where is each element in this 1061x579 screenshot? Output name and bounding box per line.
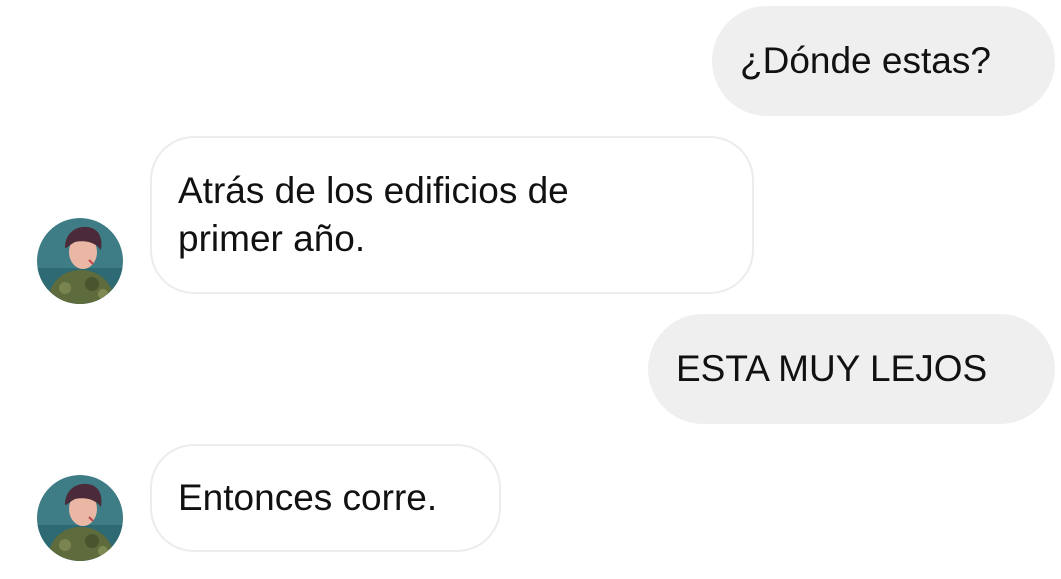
message-text: Atrás de los edificios de primer año. [178, 170, 569, 259]
avatar-photo-icon [37, 218, 123, 304]
incoming-message-bubble[interactable]: Entonces corre. [150, 444, 501, 552]
message-text: Entonces corre. [178, 477, 438, 518]
message-text: ¿Dónde estas? [740, 40, 991, 81]
outgoing-message-bubble[interactable]: ¿Dónde estas? [712, 6, 1055, 116]
avatar-photo-icon [37, 475, 123, 561]
message-text: ESTA MUY LEJOS [676, 348, 988, 389]
chat-thread: ¿Dónde estas? Atrás de los edificios de … [0, 0, 1061, 579]
contact-avatar[interactable] [37, 218, 123, 304]
incoming-message-bubble[interactable]: Atrás de los edificios de primer año. [150, 136, 754, 294]
contact-avatar[interactable] [37, 475, 123, 561]
outgoing-message-bubble[interactable]: ESTA MUY LEJOS [648, 314, 1055, 424]
